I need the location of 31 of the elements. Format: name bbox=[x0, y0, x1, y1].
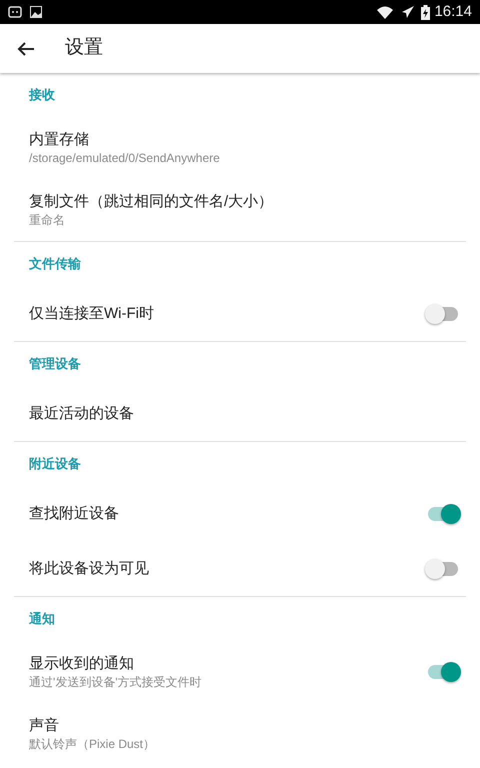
section-header: 通知 bbox=[29, 610, 55, 628]
item-title: 内置存储 bbox=[29, 130, 90, 150]
wifi-icon bbox=[377, 6, 394, 18]
battery-icon bbox=[421, 4, 430, 20]
section-header: 接收 bbox=[29, 86, 55, 104]
image-icon bbox=[30, 6, 42, 18]
settings-item[interactable]: 声音 默认铃声（Pixie Dust） bbox=[0, 703, 480, 765]
item-subtitle: /storage/emulated/0/SendAnywhere bbox=[29, 150, 221, 166]
item-title: 声音 bbox=[29, 716, 60, 736]
settings-item[interactable]: 将此设备设为可见 bbox=[0, 541, 480, 596]
item-title: 复制文件（跳过相同的文件名/大小） bbox=[29, 192, 274, 212]
item-subtitle: 通过'发送到设备'方式接受文件时 bbox=[29, 674, 203, 690]
section-header: 附近设备 bbox=[29, 455, 81, 474]
settings-item[interactable]: 显示收到的通知 通过'发送到设备'方式接受文件时 bbox=[0, 641, 480, 703]
item-title: 查找附近设备 bbox=[29, 504, 120, 524]
settings-item[interactable]: 内置存储 /storage/emulated/0/SendAnywhere bbox=[0, 117, 480, 179]
settings-item[interactable]: 复制文件（跳过相同的文件名/大小） 重命名 bbox=[0, 179, 480, 241]
item-title: 仅当连接至Wi-Fi时 bbox=[29, 304, 155, 324]
section-header: 管理设备 bbox=[29, 355, 81, 374]
settings-item[interactable]: 最近活动的设备 bbox=[0, 386, 480, 441]
item-subtitle: 默认铃声（Pixie Dust） bbox=[29, 736, 156, 752]
screen-title: 设置 bbox=[65, 36, 103, 60]
item-title: 最近活动的设备 bbox=[29, 404, 135, 424]
section-header: 文件传输 bbox=[29, 255, 81, 274]
settings-item[interactable]: 仅当连接至Wi-Fi时 bbox=[0, 286, 480, 341]
notification-icon bbox=[8, 5, 22, 19]
clock: 16:14 bbox=[434, 2, 472, 22]
item-title: 将此设备设为可见 bbox=[29, 558, 150, 578]
item-subtitle: 重命名 bbox=[29, 212, 66, 228]
settings-item[interactable]: 查找附近设备 bbox=[0, 486, 480, 541]
item-title: 显示收到的通知 bbox=[29, 654, 135, 674]
